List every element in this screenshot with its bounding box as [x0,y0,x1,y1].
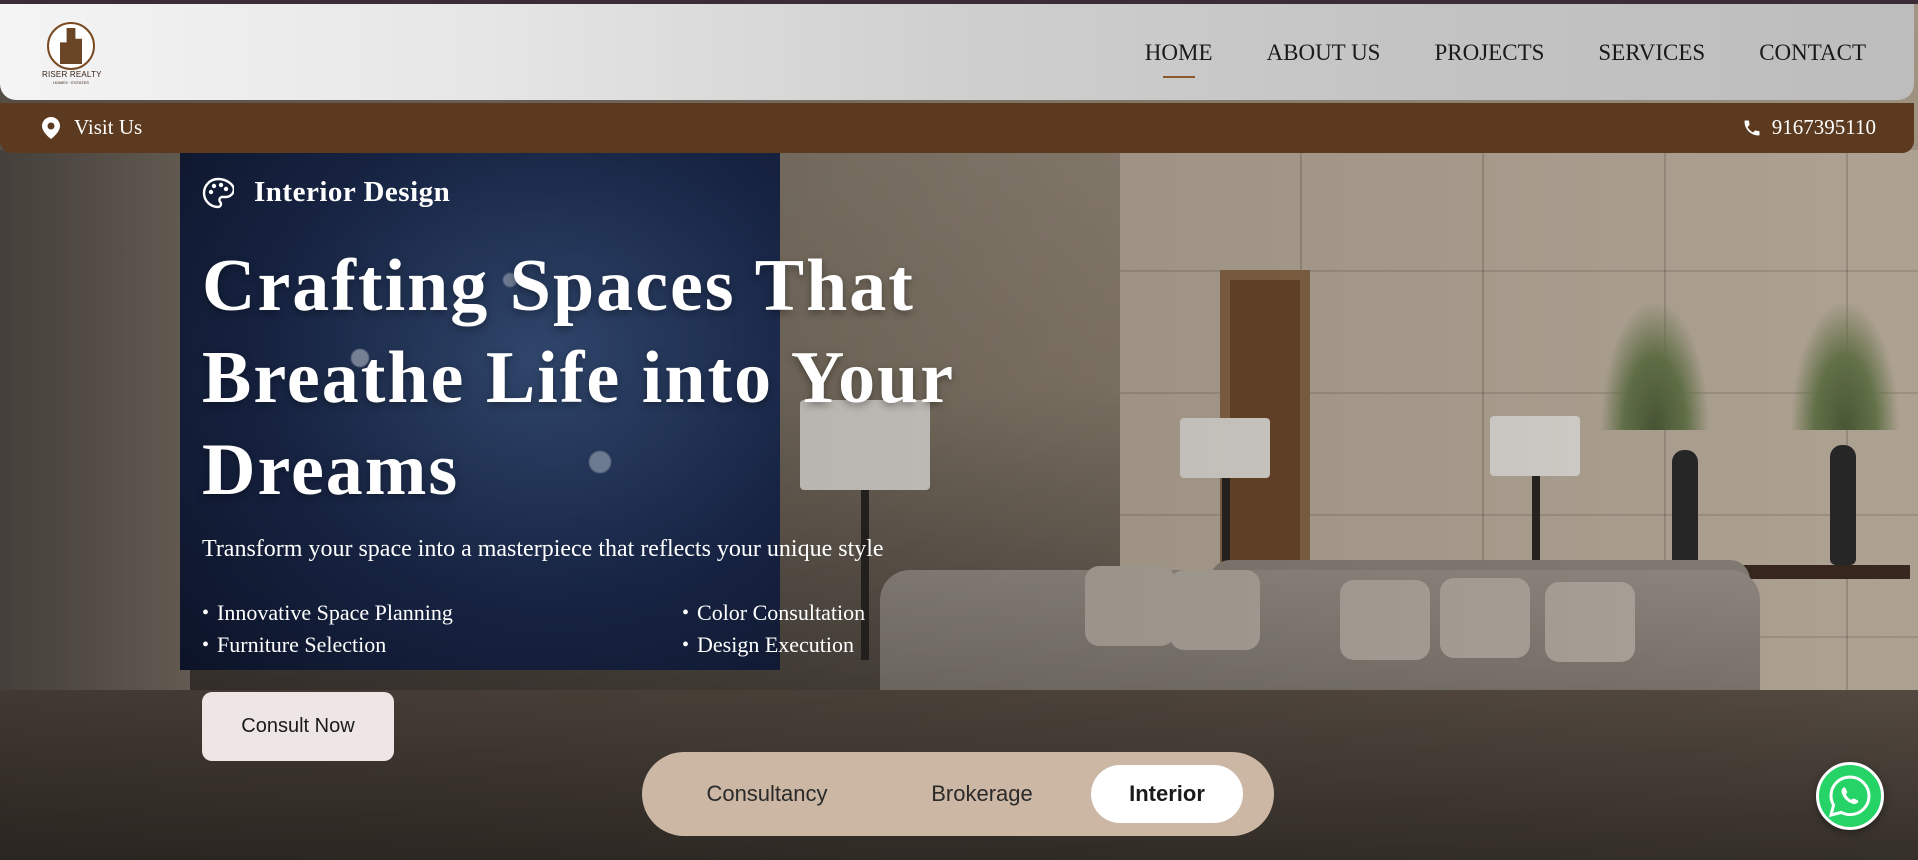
nav-projects[interactable]: PROJECTS [1434,40,1544,66]
nav-home[interactable]: HOME [1145,40,1213,78]
tab-consultancy[interactable]: Consultancy [692,765,842,823]
brand-logo[interactable]: RISER REALTY HOMES · ESTATES [42,22,102,85]
feature-item: Innovative Space Planning [202,600,682,626]
hero-headline: Crafting Spaces That Breathe Life into Y… [202,245,954,511]
feature-item: Design Execution [682,632,922,658]
whatsapp-icon [1828,775,1871,818]
tab-interior[interactable]: Interior [1091,765,1243,823]
nav-services[interactable]: SERVICES [1598,40,1705,66]
consult-now-button[interactable]: Consult Now [202,692,394,761]
service-badge: Interior Design [202,176,450,209]
nav-menu: HOME ABOUT US PROJECTS SERVICES CONTACT [1145,40,1866,78]
feature-list: Innovative Space Planning Color Consulta… [202,600,922,658]
hero-subline: Transform your space into a masterpiece … [202,536,884,562]
info-bar: Visit Us 9167395110 [0,103,1914,153]
visit-us-label: Visit Us [74,115,143,139]
main-navigation: RISER REALTY HOMES · ESTATES HOME ABOUT … [0,4,1914,100]
visit-us-link[interactable]: Visit Us [42,115,142,140]
palette-icon [202,177,234,208]
whatsapp-button[interactable] [1816,762,1884,830]
phone-icon [1744,120,1760,135]
nav-about-us[interactable]: ABOUT US [1267,40,1381,66]
map-pin-icon [42,116,60,139]
service-tabs: Consultancy Brokerage Interior [642,752,1274,836]
tab-brokerage[interactable]: Brokerage [907,765,1057,823]
logo-text: RISER REALTY [42,70,102,79]
phone-number: 9167395110 [1771,115,1876,139]
logo-subtext: HOMES · ESTATES [53,80,89,85]
nav-contact[interactable]: CONTACT [1759,40,1866,66]
phone-link[interactable]: 9167395110 [1742,115,1876,140]
service-badge-label: Interior Design [254,176,451,208]
feature-item: Color Consultation [682,600,922,626]
feature-item: Furniture Selection [202,632,682,658]
